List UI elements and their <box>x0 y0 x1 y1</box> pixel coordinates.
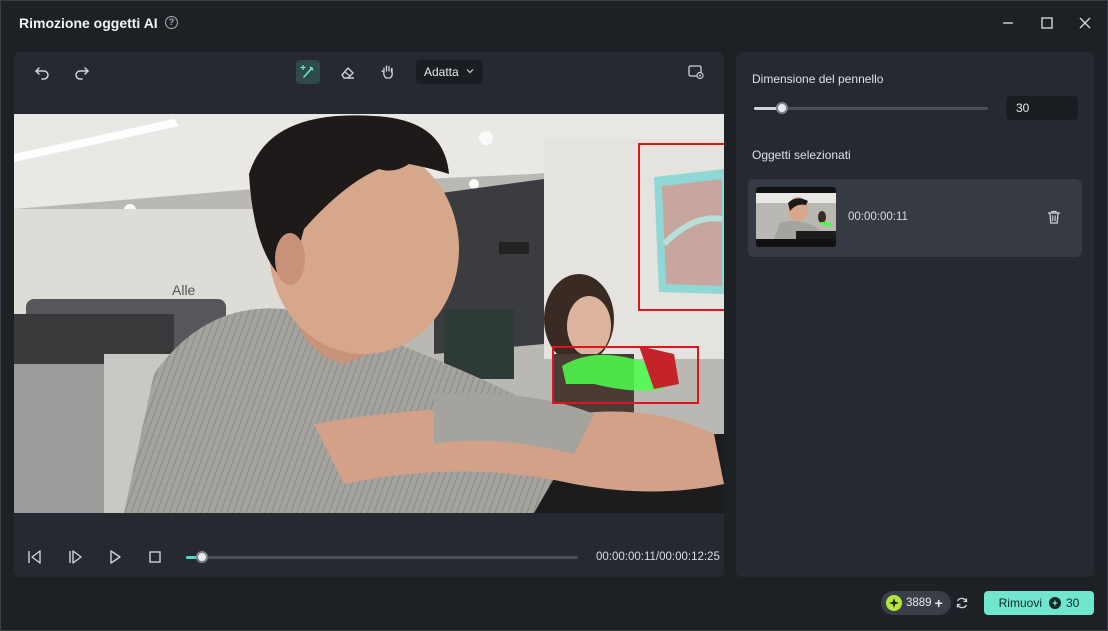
video-preview[interactable]: Alle <box>14 114 724 513</box>
credits-badge[interactable]: 3889 + <box>881 591 951 615</box>
remove-button[interactable]: Rimuovi 30 <box>984 591 1094 615</box>
timeline-track[interactable] <box>186 556 578 559</box>
video-frame-image: Alle <box>14 114 724 513</box>
stop-icon[interactable] <box>145 547 165 567</box>
close-icon[interactable] <box>1075 13 1095 33</box>
brush-size-slider-handle[interactable] <box>776 102 789 114</box>
selection-box-tv[interactable] <box>638 143 724 311</box>
preview-compare-icon[interactable] <box>684 60 708 84</box>
chevron-down-icon <box>466 69 474 74</box>
play-icon[interactable] <box>105 547 125 567</box>
svg-text:Alle: Alle <box>172 282 196 298</box>
eraser-icon[interactable] <box>336 60 360 84</box>
add-credits-icon[interactable]: + <box>935 596 943 610</box>
title-bar: Rimozione oggetti AI ? <box>0 0 1108 44</box>
selected-object-item[interactable]: 00:00:00:11 <box>748 179 1082 257</box>
brush-size-slider[interactable] <box>754 107 988 110</box>
editor-panel: Adatta Alle 00:00:00:11/00:00:12:25 <box>14 52 724 577</box>
selected-objects-label: Oggetti selezionati <box>752 148 851 162</box>
undo-icon[interactable] <box>30 60 54 84</box>
credits-icon <box>886 595 902 611</box>
remove-button-label: Rimuovi <box>998 596 1042 610</box>
zoom-fit-dropdown[interactable]: Adatta <box>416 60 483 84</box>
refresh-icon[interactable] <box>955 596 969 610</box>
credit-coin-icon <box>1048 597 1061 609</box>
maximize-icon[interactable] <box>1037 13 1057 33</box>
editor-toolbar: Adatta <box>14 52 724 92</box>
previous-frame-icon[interactable] <box>24 547 44 567</box>
minimize-icon[interactable] <box>998 13 1018 33</box>
brush-size-label: Dimensione del pennello <box>752 72 884 86</box>
brush-size-input[interactable]: 30 <box>1006 96 1078 120</box>
object-thumbnail <box>756 187 836 247</box>
settings-panel: Dimensione del pennello 30 Oggetti selez… <box>736 52 1094 577</box>
timecode: 00:00:00:11/00:00:12:25 <box>596 551 720 563</box>
credits-value: 3889 <box>906 597 932 609</box>
trash-icon[interactable] <box>1046 209 1062 225</box>
zoom-fit-label: Adatta <box>424 65 459 79</box>
next-frame-icon[interactable] <box>65 547 85 567</box>
object-timestamp: 00:00:00:11 <box>848 211 908 223</box>
timeline-playhead[interactable] <box>195 551 208 563</box>
remove-cost: 30 <box>1065 596 1080 610</box>
playback-bar: 00:00:00:11/00:00:12:25 <box>14 537 724 577</box>
redo-icon[interactable] <box>70 60 94 84</box>
help-icon[interactable]: ? <box>165 16 178 29</box>
smart-brush-icon[interactable] <box>296 60 320 84</box>
selection-box-object[interactable] <box>552 346 699 404</box>
window-title: Rimozione oggetti AI <box>19 15 158 31</box>
hand-icon[interactable] <box>376 60 400 84</box>
